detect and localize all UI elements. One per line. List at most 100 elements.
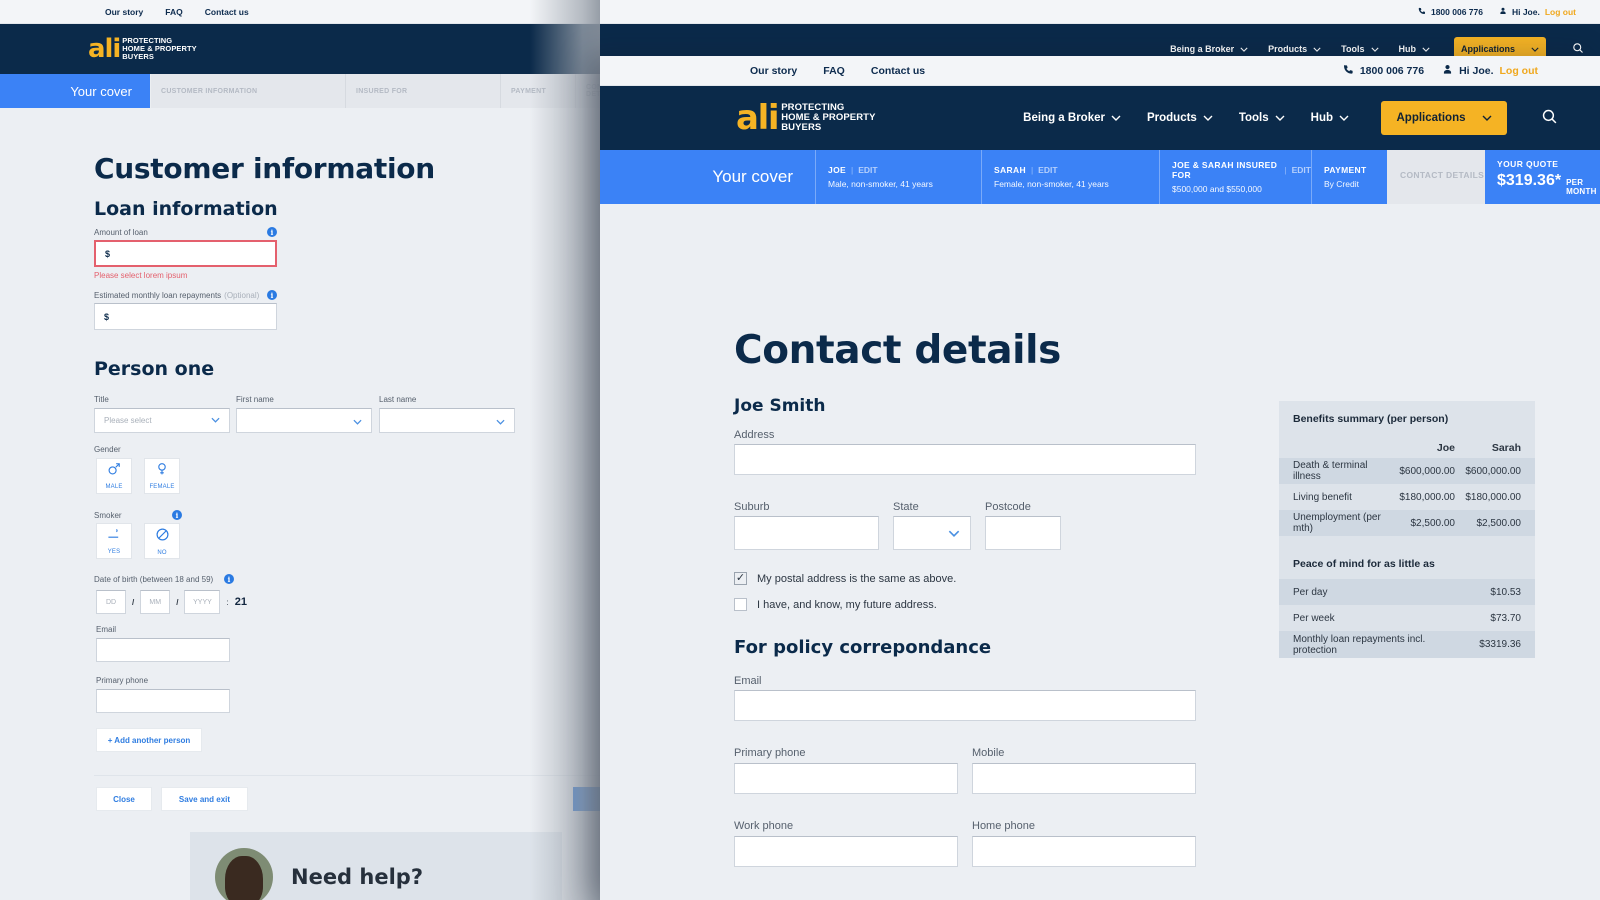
nav-item-products[interactable]: Products <box>1268 44 1321 54</box>
back-smoker-no-tile[interactable]: NO <box>144 523 180 559</box>
back-dob-month-input[interactable]: MM <box>140 590 171 614</box>
front-state-select[interactable] <box>893 516 971 550</box>
front-step-edit-link[interactable]: EDIT <box>1038 165 1057 175</box>
back-dob-year-input[interactable]: YYYY <box>184 590 221 614</box>
front-postal-checkbox-row[interactable]: ✓ My postal address is the same as above… <box>734 572 956 585</box>
back-amount-input[interactable]: $ <box>94 240 277 267</box>
back-search-button[interactable] <box>1572 42 1584 57</box>
back-utility-bar: Our story FAQ Contact us 1800 006 776 Hi… <box>0 0 1600 24</box>
front-step-edit-link[interactable]: EDIT <box>1292 165 1311 175</box>
front-stepper: Your cover JOE | EDIT Male, non-smoker, … <box>600 150 1600 204</box>
front-step-value: Male, non-smoker, 41 years <box>828 179 933 189</box>
back-save-exit-button[interactable]: Save and exit <box>161 787 248 811</box>
back-title-select[interactable]: Please select <box>94 408 230 433</box>
back-smoker-label-row: Smoker i <box>94 510 182 520</box>
back-email-input[interactable] <box>96 638 230 662</box>
front-step-edit-link[interactable]: EDIT <box>858 165 877 175</box>
back-close-button[interactable]: Close <box>96 787 152 811</box>
back-gender-female-tile[interactable]: FEMALE <box>144 458 180 494</box>
nav-item-tools[interactable]: Tools <box>1341 44 1379 54</box>
chevron-down-icon <box>211 416 220 425</box>
front-search-button[interactable] <box>1541 108 1558 128</box>
nav-item-products[interactable]: Products <box>1147 112 1213 124</box>
chevron-down-icon <box>1240 44 1248 54</box>
front-work-phone-input[interactable] <box>734 836 958 867</box>
utility-link-faq[interactable]: FAQ <box>165 7 182 17</box>
postal-address-checkbox[interactable]: ✓ <box>734 572 747 585</box>
front-stepper-title: Your cover <box>712 167 793 186</box>
logo-line-3: BUYERS <box>122 52 154 62</box>
front-step-payment[interactable]: PAYMENT By Credit <box>1311 150 1387 204</box>
front-mobile-input[interactable] <box>972 763 1196 794</box>
front-step-head: JOE | EDIT <box>828 165 878 175</box>
back-repay-input[interactable]: $ <box>94 303 277 330</box>
back-primary-phone-input[interactable] <box>96 689 230 713</box>
logo-tagline: PROTECTING HOME & PROPERTY BUYERS <box>781 102 875 134</box>
utility-link-our-story[interactable]: Our story <box>750 65 797 77</box>
front-step-sarah[interactable]: SARAH | EDIT Female, non-smoker, 41 year… <box>981 150 1159 204</box>
utility-user: Hi Joe. Log out <box>1442 64 1538 78</box>
front-applications-button[interactable]: Applications <box>1381 101 1507 135</box>
front-step-contact-details[interactable]: CONTACT DETAILS <box>1387 150 1485 204</box>
front-state-label: State <box>893 501 919 513</box>
back-step-payment[interactable]: PAYMENT <box>500 74 575 108</box>
back-gender-female-label: FEMALE <box>149 484 175 490</box>
benefits-summary-title: Benefits summary (per person) <box>1293 413 1449 425</box>
utility-link-contact-us[interactable]: Contact us <box>871 65 925 77</box>
front-postcode-input[interactable] <box>985 516 1061 550</box>
front-logo[interactable]: ali PROTECTING HOME & PROPERTY BUYERS <box>736 98 876 138</box>
back-step-insured-for[interactable]: INSURED FOR <box>345 74 500 108</box>
nav-item-tools[interactable]: Tools <box>1239 112 1285 124</box>
front-email-input[interactable] <box>734 690 1196 721</box>
back-title-label: Title <box>94 395 109 404</box>
back-step-label: INSURED FOR <box>356 87 408 95</box>
back-dob-day-input[interactable]: DD <box>96 590 126 614</box>
front-future-checkbox-row[interactable]: I have, and know, my future address. <box>734 598 937 611</box>
nav-item-hub[interactable]: Hub <box>1311 112 1349 124</box>
utility-phone[interactable]: 1800 006 776 <box>1343 64 1424 78</box>
back-step-label: CUSTOMER INFORMATION <box>161 87 258 95</box>
search-icon <box>1541 109 1558 128</box>
nav-item-being-a-broker[interactable]: Being a Broker <box>1023 112 1121 124</box>
back-add-person-button[interactable]: + Add another person <box>96 728 202 752</box>
utility-logout-link[interactable]: Log out <box>1500 65 1538 77</box>
chevron-down-icon <box>1531 44 1539 54</box>
front-step-insured-for[interactable]: JOE & SARAH INSURED FOR | EDIT $500,000 … <box>1159 150 1311 204</box>
back-smoker-yes-tile[interactable]: YES <box>96 523 132 559</box>
chevron-down-icon <box>1422 44 1430 54</box>
back-step-customer-information[interactable]: CUSTOMER INFORMATION <box>150 74 345 108</box>
info-icon[interactable]: i <box>267 227 277 237</box>
front-primary-phone-input[interactable] <box>734 763 958 794</box>
back-logo[interactable]: ali PROTECTING HOME & PROPERTY BUYERS <box>88 34 197 64</box>
nav-item-label: Hub <box>1398 44 1417 54</box>
phone-icon <box>1343 64 1354 78</box>
front-postal-checkbox-label: My postal address is the same as above. <box>757 572 957 585</box>
nav-item-hub[interactable]: Hub <box>1399 44 1431 54</box>
front-postcode-label: Postcode <box>985 501 1031 513</box>
front-step-head: SARAH | EDIT <box>994 165 1058 175</box>
back-need-help-title: Need help? <box>291 865 424 889</box>
utility-link-contact-us[interactable]: Contact us <box>205 7 249 17</box>
chevron-down-icon <box>353 412 362 430</box>
utility-link-our-story[interactable]: Our story <box>105 7 143 17</box>
future-address-checkbox[interactable] <box>734 598 747 611</box>
nav-item-being-a-broker[interactable]: Being a Broker <box>1170 44 1248 54</box>
back-gender-male-tile[interactable]: MALE <box>96 458 132 494</box>
utility-link-faq[interactable]: FAQ <box>823 65 845 77</box>
user-icon <box>1442 64 1453 78</box>
back-last-name-input[interactable] <box>379 408 515 433</box>
peace-value: $73.70 <box>1490 612 1521 624</box>
benefit-value-joe: $2,500.00 <box>1410 517 1456 529</box>
peace-name: Per day <box>1293 586 1328 598</box>
info-icon[interactable]: i <box>267 290 277 300</box>
utility-logout-link[interactable]: Log out <box>1545 7 1576 17</box>
front-step-joe[interactable]: JOE | EDIT Male, non-smoker, 41 years <box>815 150 981 204</box>
front-home-phone-input[interactable] <box>972 836 1196 867</box>
info-icon[interactable]: i <box>172 510 182 520</box>
info-icon[interactable]: i <box>224 574 234 584</box>
back-window-shadow <box>530 0 600 900</box>
front-address-input[interactable] <box>734 444 1196 475</box>
utility-phone[interactable]: 1800 006 776 <box>1418 7 1483 17</box>
back-first-name-input[interactable] <box>236 408 372 433</box>
front-suburb-input[interactable] <box>734 516 879 550</box>
